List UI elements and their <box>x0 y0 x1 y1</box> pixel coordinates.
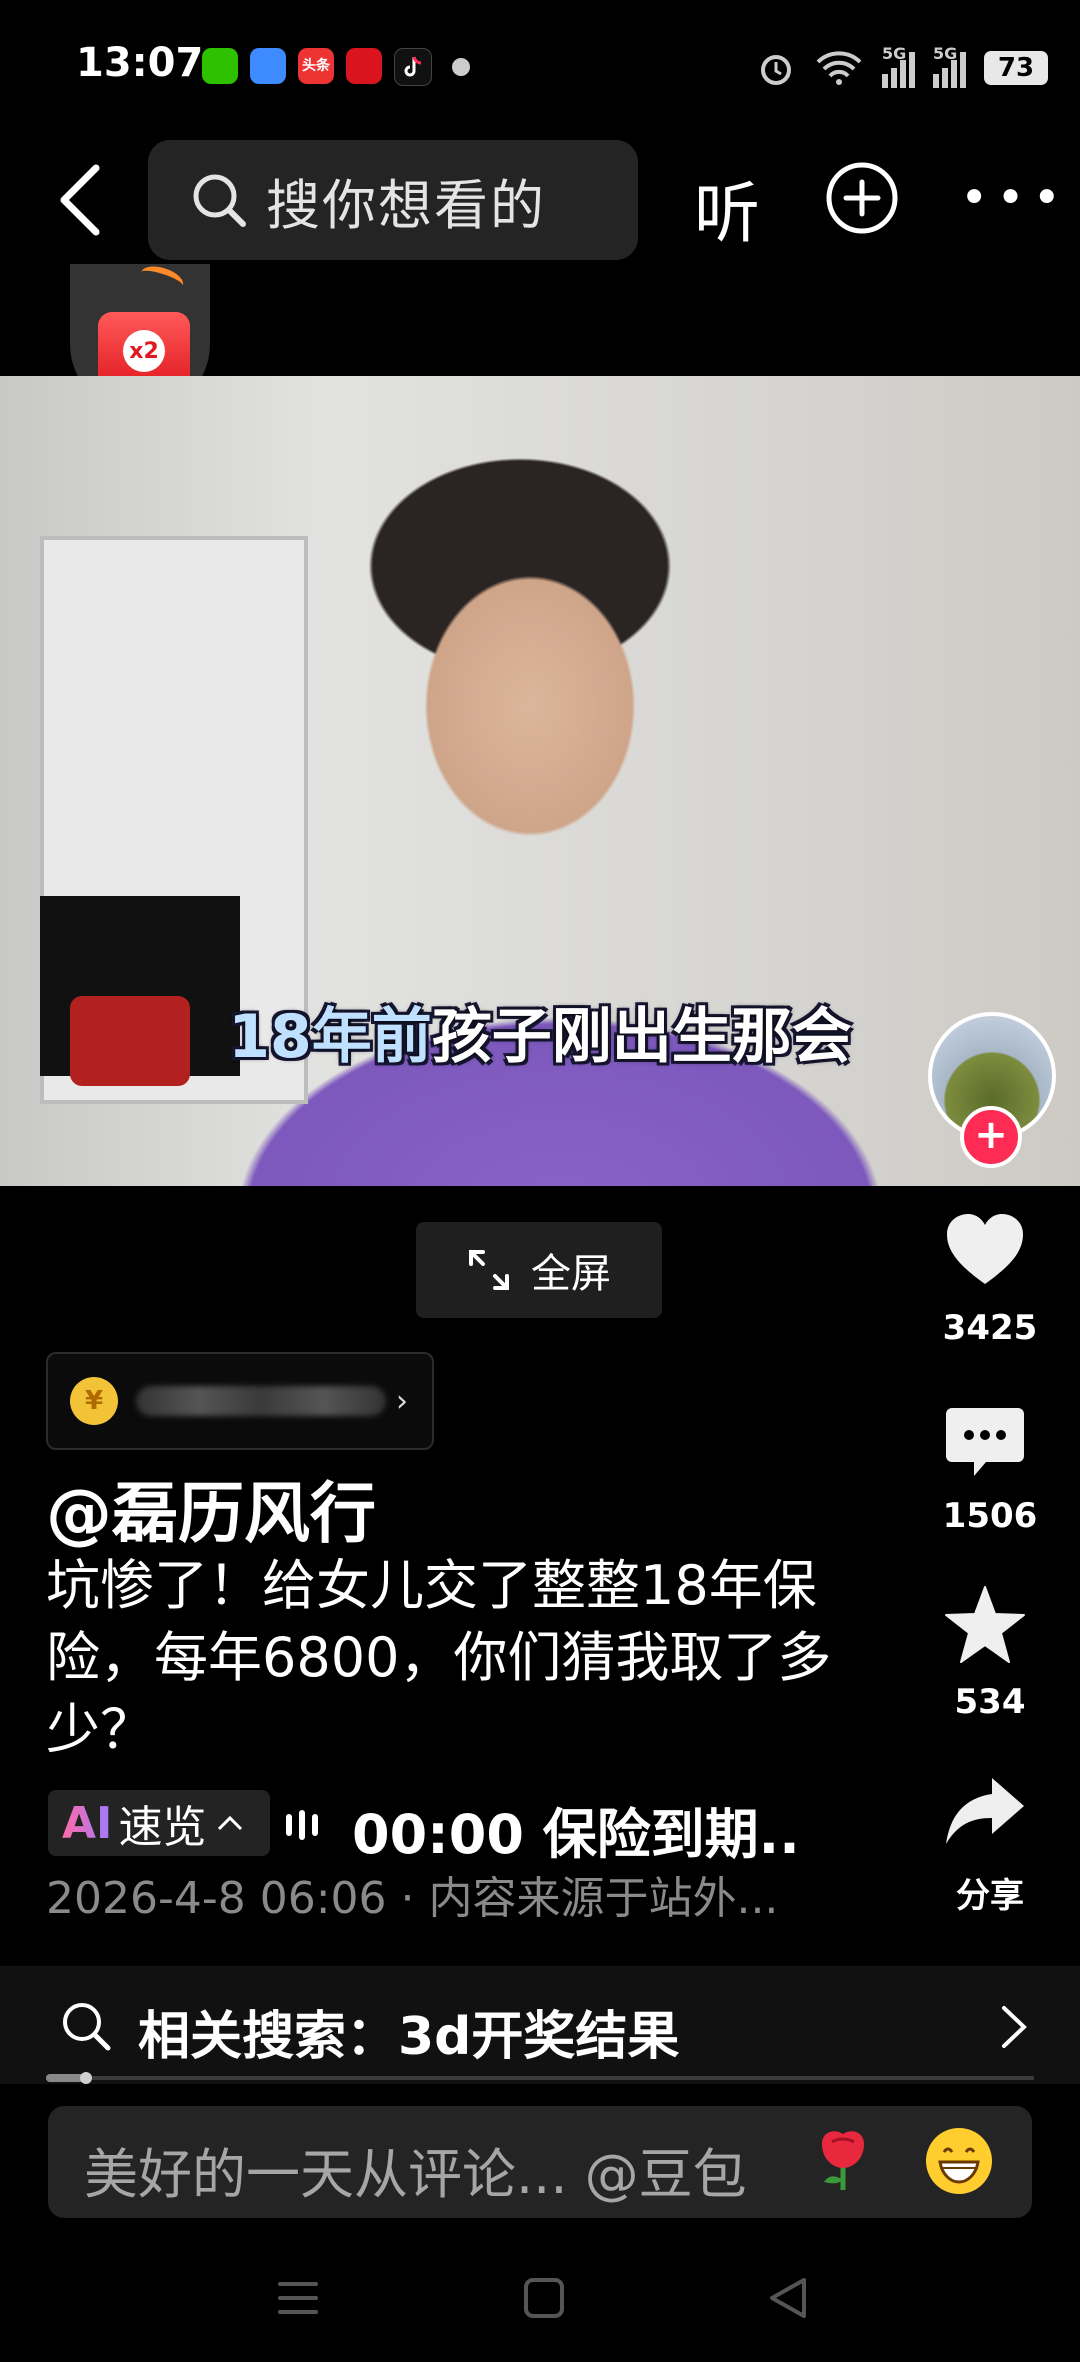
status-icons: 5G 5G 73 <box>756 40 1048 96</box>
blue-app-icon <box>250 48 286 84</box>
notification-dot <box>452 58 470 76</box>
signal-icon-2: 5G <box>933 44 966 88</box>
status-time: 13:07 <box>76 40 204 86</box>
search-bar[interactable]: 搜你想看的 <box>148 140 638 260</box>
comment-count: 1506 <box>942 1496 1038 1536</box>
share-label: 分享 <box>956 1876 1024 1916</box>
add-icon[interactable] <box>824 160 900 236</box>
video-player[interactable]: 18年前孩子刚出生那会 <box>0 376 1080 1186</box>
alarm-icon <box>761 55 791 85</box>
video-caption: 18年前孩子刚出生那会 <box>228 1002 852 1072</box>
search-icon <box>63 2003 111 2051</box>
search-placeholder: 搜你想看的 <box>266 173 546 237</box>
playback-progress-track[interactable] <box>46 2076 1034 2080</box>
listen-button[interactable]: 听 <box>694 160 760 256</box>
status-bar: 13:07 头条 5G 5G 73 <box>0 0 1080 130</box>
share-arrow-icon[interactable] <box>944 1772 1026 1854</box>
more-options-icon[interactable]: ••• <box>960 170 1069 226</box>
favorite-star-icon[interactable] <box>944 1584 1026 1666</box>
douyin-icon <box>394 48 432 86</box>
rose-emoji-icon[interactable] <box>808 2124 878 2194</box>
fullscreen-button[interactable]: 全屏 <box>416 1222 662 1318</box>
chevron-up-icon <box>218 1815 243 1831</box>
coin-icon: ¥ <box>70 1377 118 1425</box>
promo-tag-obscured-text <box>136 1386 386 1416</box>
chapter-marker[interactable]: 00:00 保险到期.. <box>352 1790 800 1869</box>
toutiao-icon: 头条 <box>298 48 334 84</box>
home-icon[interactable] <box>516 2270 572 2326</box>
video-title: 坑惨了！给女儿交了整整18年保险，每年6800，你们猜我取了多少？ <box>46 1554 832 1761</box>
battery-indicator: 73 <box>984 51 1048 85</box>
ai-summary-button[interactable]: AI 速览 <box>48 1790 270 1856</box>
fullscreen-label: 全屏 <box>531 1251 611 1297</box>
chevron-right-icon: › <box>396 1383 408 1419</box>
chevron-right-icon <box>1002 2006 1027 2048</box>
back-icon[interactable] <box>52 160 112 240</box>
wechat-icon <box>202 48 238 84</box>
like-heart-icon[interactable] <box>944 1210 1026 1292</box>
grin-emoji-icon[interactable] <box>926 2128 992 2194</box>
author-name[interactable]: @磊历风行 <box>46 1460 376 1556</box>
follow-button[interactable]: + <box>960 1106 1022 1168</box>
search-icon <box>193 174 246 227</box>
back-triangle-icon[interactable] <box>760 2270 816 2326</box>
favorite-count: 534 <box>954 1682 1026 1722</box>
menu-icon[interactable] <box>270 2270 326 2326</box>
red-app-icon <box>346 48 382 84</box>
signal-icon-1: 5G <box>882 44 915 88</box>
ai-summary-label: 速览 <box>118 1802 207 1853</box>
related-search-text: 相关搜索：3d开奖结果 <box>138 2007 680 2067</box>
comment-icon[interactable] <box>944 1402 1026 1484</box>
comment-placeholder: 美好的一天从评论... @豆包 <box>84 2143 747 2206</box>
ai-logo: AI <box>62 1797 113 1849</box>
audio-wave-icon <box>286 1808 326 1842</box>
promo-tag[interactable]: ¥ › <box>46 1352 434 1450</box>
like-count: 3425 <box>942 1308 1038 1348</box>
post-meta: 2026-4-8 06:06 · 内容来源于站外... <box>46 1873 779 1924</box>
expand-icon <box>469 1250 509 1290</box>
wifi-icon <box>816 51 862 85</box>
playback-progress-handle[interactable] <box>80 2072 92 2084</box>
